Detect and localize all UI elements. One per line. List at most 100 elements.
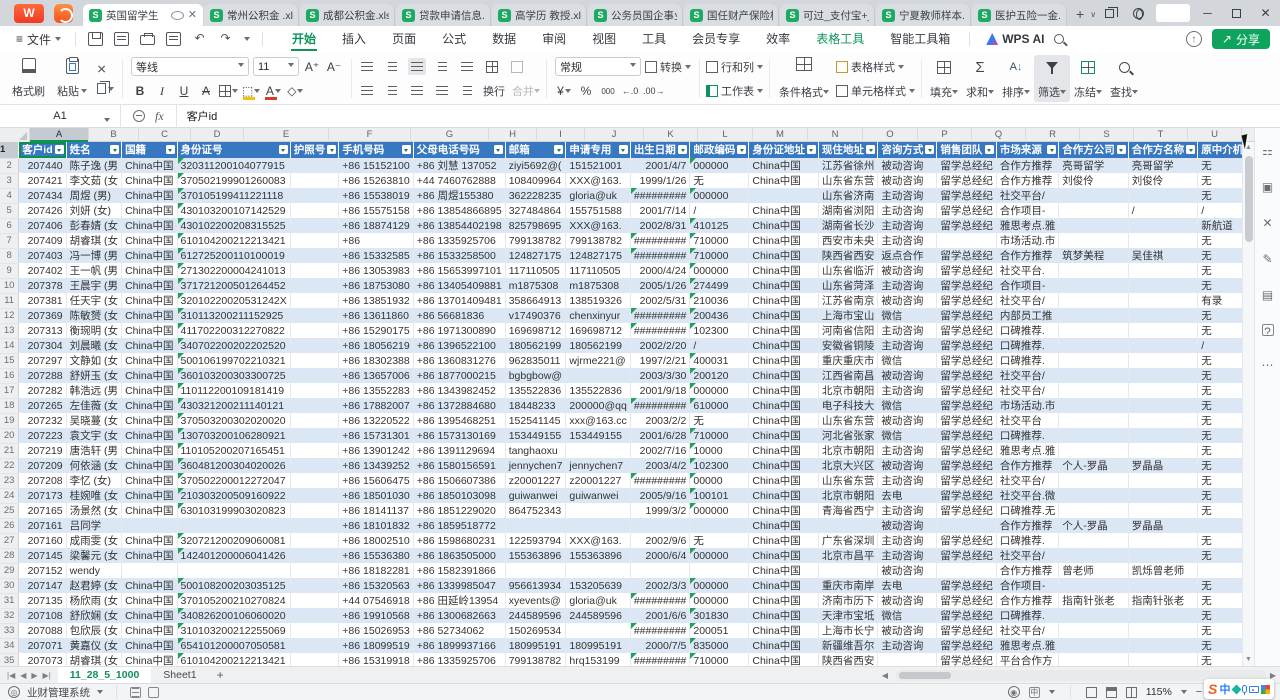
cell[interactable]: China中国 <box>122 638 177 653</box>
filter-dropdown-icon[interactable] <box>1186 145 1195 154</box>
cell[interactable]: 000000 <box>690 548 749 563</box>
cell[interactable]: 108409964 <box>505 173 566 188</box>
cell[interactable]: 无 <box>1198 623 1242 638</box>
cell[interactable] <box>290 263 339 278</box>
cell[interactable]: +86 15731301 <box>339 428 413 443</box>
cell[interactable] <box>1128 338 1198 353</box>
cell[interactable]: 无 <box>1198 458 1242 473</box>
cell[interactable]: 被动咨询 <box>878 623 937 638</box>
cell[interactable]: 无 <box>1198 188 1242 203</box>
cell[interactable]: 市场活动.市 <box>996 233 1058 248</box>
cell[interactable] <box>290 473 339 488</box>
cell[interactable]: 207165 <box>19 503 66 518</box>
cell[interactable] <box>1128 383 1198 398</box>
cell[interactable]: China中国 <box>749 293 819 308</box>
cell[interactable]: 180562199 <box>505 338 566 353</box>
cell[interactable]: 刘妍 (女) <box>66 203 121 218</box>
cell[interactable]: 710000 <box>690 233 749 248</box>
cell[interactable]: 社交平台/ <box>996 293 1058 308</box>
cell[interactable]: +86 1573130169 <box>413 428 505 443</box>
cell[interactable]: 亮哥留学 <box>1128 158 1198 173</box>
cell[interactable]: +86 13053983 <box>339 263 413 278</box>
cell[interactable]: XXX@163. <box>566 533 630 548</box>
cell[interactable] <box>290 293 339 308</box>
last-sheet-icon[interactable]: ▶| <box>43 671 51 680</box>
cell[interactable] <box>1059 218 1129 233</box>
cell[interactable]: +86 1339985047 <box>413 578 505 593</box>
cell[interactable]: 筑梦美程 <box>1059 248 1129 263</box>
cell[interactable]: 去电 <box>878 488 937 503</box>
cell[interactable]: China中国 <box>122 233 177 248</box>
header-cell[interactable]: 国籍 <box>122 142 177 158</box>
cell[interactable]: +86 15332585 <box>339 248 413 263</box>
cell[interactable]: 207369 <box>19 308 66 323</box>
scroll-down-icon[interactable]: ▼ <box>1243 654 1254 666</box>
cell[interactable]: 153449155 <box>566 428 630 443</box>
cell[interactable]: 留学总经纪 <box>937 548 997 563</box>
cell[interactable]: 韩浩远 (男 <box>66 383 121 398</box>
font-name-select[interactable]: 等线 <box>131 57 249 76</box>
row-header[interactable]: 7 <box>0 233 19 248</box>
row-header[interactable]: 31 <box>0 593 19 608</box>
cell[interactable]: 710000 <box>690 248 749 263</box>
cell[interactable]: ziyi5692@( <box>505 158 566 173</box>
cell[interactable]: 留学总经纪 <box>937 248 997 263</box>
cell[interactable]: China中国 <box>749 158 819 173</box>
filter-dropdown-icon[interactable] <box>737 145 746 154</box>
cell[interactable] <box>1128 638 1198 653</box>
cell[interactable]: 无 <box>1198 308 1242 323</box>
header-cell[interactable]: 父母电话号码 <box>413 142 505 158</box>
cell[interactable] <box>290 563 339 578</box>
document-tab[interactable]: S常州公积金 .xlsx <box>204 4 299 26</box>
cell[interactable]: 301830 <box>690 608 749 623</box>
cell[interactable]: 社交平台/ <box>996 623 1058 638</box>
cell[interactable]: 舒欣娴 (女 <box>66 608 121 623</box>
cell[interactable]: China中国 <box>749 578 819 593</box>
cell[interactable] <box>1059 638 1129 653</box>
cell[interactable]: 000000 <box>690 383 749 398</box>
cell[interactable]: 山东省临沂 <box>818 263 878 278</box>
cell[interactable]: 成雨雯 (女 <box>66 533 121 548</box>
cell[interactable]: 合作方推荐 <box>996 158 1058 173</box>
insert-function-icon[interactable]: fx <box>155 109 164 124</box>
cell[interactable]: 留学总经纪 <box>937 263 997 278</box>
align-center-button[interactable] <box>383 82 401 99</box>
quick-access-caret-icon[interactable] <box>244 37 250 44</box>
cell[interactable]: 江西省南昌 <box>818 368 878 383</box>
cell[interactable]: 袁文宇 (女 <box>66 428 121 443</box>
header-cell[interactable]: 合作方公司 <box>1059 142 1129 158</box>
cell[interactable]: 207152 <box>19 563 66 578</box>
italic-button[interactable]: I <box>153 82 171 100</box>
cell[interactable]: +44 7460762888 <box>413 173 505 188</box>
cell[interactable] <box>1128 608 1198 623</box>
cell[interactable]: China中国 <box>122 503 177 518</box>
row-header[interactable]: 33 <box>0 623 19 638</box>
cell[interactable]: 410125 <box>690 218 749 233</box>
cell[interactable]: 612725200110100019 <box>177 248 290 263</box>
cell[interactable]: 任天宇 (女 <box>66 293 121 308</box>
cell[interactable]: 100101 <box>690 488 749 503</box>
cell[interactable]: 2001/4/7 <box>630 158 690 173</box>
cell[interactable]: 唐浩轩 (男 <box>66 443 121 458</box>
menu-item-插入[interactable]: 插入 <box>329 26 379 52</box>
cell[interactable]: 社交平台.微 <box>996 488 1058 503</box>
cell[interactable] <box>1128 548 1198 563</box>
cell[interactable]: 799138782 <box>566 233 630 248</box>
document-tab[interactable]: S国任财产保险样本 <box>684 4 779 26</box>
column-header[interactable]: K <box>644 128 698 142</box>
cell[interactable]: 110105200207165451 <box>177 443 290 458</box>
cell[interactable]: +86 18501030 <box>339 488 413 503</box>
cell[interactable]: +86 15026953 <box>339 623 413 638</box>
cell[interactable] <box>1059 398 1129 413</box>
cell[interactable]: 340826200106060020 <box>177 608 290 623</box>
cell[interactable] <box>690 563 749 578</box>
globe-icon[interactable] <box>1124 0 1153 26</box>
cell[interactable]: 207161 <box>19 518 66 533</box>
cell[interactable]: China中国 <box>122 248 177 263</box>
row-header[interactable]: 4 <box>0 188 19 203</box>
row-header[interactable]: 25 <box>0 503 19 518</box>
cell[interactable]: 留学总经纪 <box>937 308 997 323</box>
cell[interactable]: +86 15536380 <box>339 548 413 563</box>
cell[interactable]: 留学总经纪 <box>937 608 997 623</box>
cell[interactable]: 主动咨询 <box>878 548 937 563</box>
